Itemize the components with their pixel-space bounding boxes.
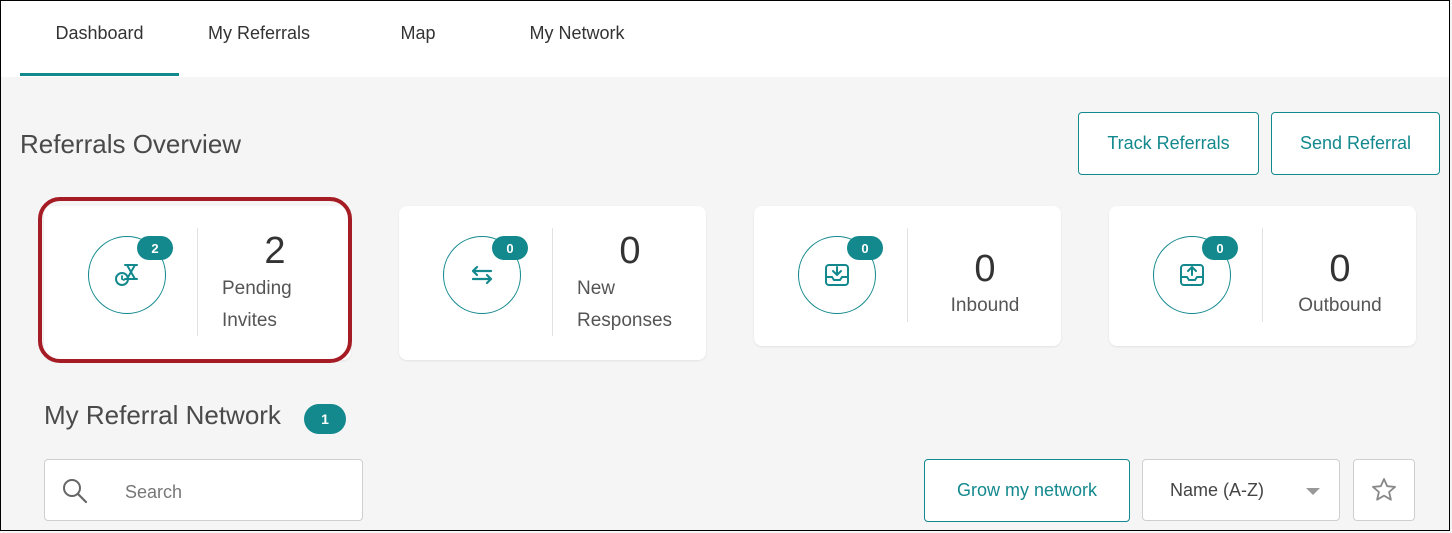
new-responses-card[interactable]: 0 0 New Responses bbox=[399, 206, 706, 360]
tab-map[interactable]: Map bbox=[377, 21, 459, 45]
exchange-arrows-icon bbox=[471, 265, 493, 285]
search-input[interactable] bbox=[123, 478, 347, 506]
page-title: Referrals Overview bbox=[20, 129, 242, 159]
inbound-card[interactable]: 0 0 Inbound bbox=[754, 206, 1061, 346]
card-divider bbox=[907, 228, 908, 322]
tab-my-referrals[interactable]: My Referrals bbox=[191, 21, 327, 45]
track-referrals-button[interactable]: Track Referrals bbox=[1078, 112, 1259, 175]
inbound-count: 0 bbox=[974, 248, 996, 290]
top-navigation: Dashboard My Referrals Map My Network bbox=[1, 1, 1449, 77]
network-title: My Referral Network bbox=[44, 400, 281, 430]
outbox-upload-icon bbox=[1180, 264, 1204, 286]
search-icon bbox=[63, 479, 88, 504]
favorite-button[interactable] bbox=[1353, 459, 1415, 521]
outbound-count: 0 bbox=[1329, 248, 1351, 290]
outbound-card[interactable]: 0 0 Outbound bbox=[1109, 206, 1416, 346]
outbound-label: Outbound bbox=[1298, 295, 1382, 316]
chevron-down-icon bbox=[1306, 488, 1320, 495]
network-count-badge: 1 bbox=[304, 404, 346, 434]
outbound-badge: 0 bbox=[1202, 236, 1238, 260]
app-frame: Dashboard My Referrals Map My Network Re… bbox=[0, 0, 1450, 531]
new-responses-badge: 0 bbox=[492, 236, 528, 260]
send-referral-button[interactable]: Send Referral bbox=[1271, 112, 1440, 175]
tab-dashboard[interactable]: Dashboard bbox=[20, 21, 179, 45]
tab-my-network[interactable]: My Network bbox=[513, 21, 641, 45]
card-divider bbox=[1262, 228, 1263, 322]
star-icon bbox=[1372, 478, 1396, 501]
active-tab-indicator bbox=[20, 73, 179, 76]
card-divider bbox=[552, 228, 553, 336]
highlight-annotation bbox=[38, 197, 352, 363]
grow-network-button[interactable]: Grow my network bbox=[924, 459, 1130, 522]
inbox-download-icon bbox=[825, 264, 849, 286]
new-responses-count: 0 bbox=[619, 230, 641, 272]
sort-select[interactable]: Name (A-Z) bbox=[1142, 459, 1340, 521]
sort-selected-value: Name (A-Z) bbox=[1170, 480, 1264, 500]
new-responses-label-line2: Responses bbox=[577, 310, 673, 331]
inbound-label: Inbound bbox=[950, 295, 1020, 316]
search-box[interactable] bbox=[44, 459, 363, 521]
new-responses-label-line1: New bbox=[577, 278, 616, 299]
inbound-badge: 0 bbox=[847, 236, 883, 260]
